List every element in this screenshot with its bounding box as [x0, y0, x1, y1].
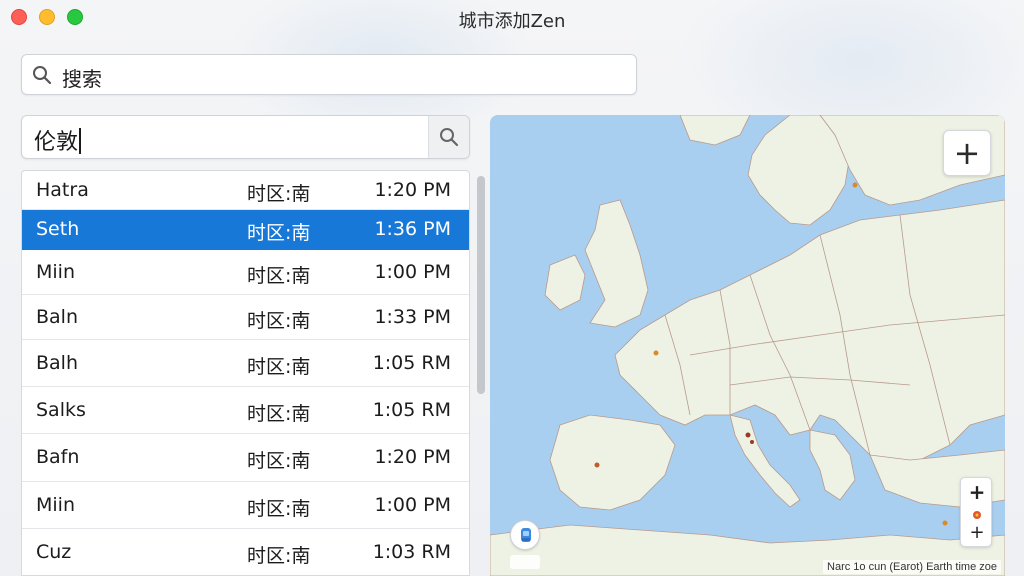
- map-zoom-control: + +: [960, 477, 992, 547]
- map-pin-icon: [973, 511, 981, 519]
- location-indicator-base: [510, 555, 540, 569]
- city-time: 1:00 PM: [374, 494, 451, 516]
- city-name: Bafn: [36, 446, 80, 468]
- city-timezone: 时区:南: [247, 356, 311, 378]
- add-city-button[interactable]: +: [943, 130, 991, 176]
- city-time: 1:05 RM: [372, 399, 451, 421]
- map-attribution: Narc 1o cun (Earot) Earth time zoe: [823, 560, 1001, 574]
- city-row[interactable]: Baln 时区:南 1:33 PM: [22, 295, 469, 340]
- search-field[interactable]: 搜索: [21, 54, 637, 95]
- city-time: 1:00 PM: [374, 261, 451, 283]
- city-time: 1:03 RM: [372, 541, 451, 563]
- city-results-list: Hatra 时区:南 1:20 PM Seth 时区:南 1:36 PM Miin 时区:南 1…: [21, 170, 470, 576]
- search-icon: [440, 128, 459, 147]
- app-window: 城市添加Zen 搜索 伦敦 Hatra 时区:南 1:20 PM Seth 时区:南 1:…: [0, 0, 1024, 576]
- city-time: 1:20 PM: [374, 179, 451, 201]
- city-row[interactable]: Miin 时区:南 1:00 PM: [22, 482, 469, 529]
- city-row[interactable]: Miin 时区:南 1:00 PM: [22, 250, 469, 295]
- list-scrollbar[interactable]: [474, 170, 488, 576]
- city-timezone: 时区:南: [247, 498, 311, 520]
- current-location-button[interactable]: [510, 520, 540, 550]
- city-name: Salks: [36, 399, 86, 421]
- city-name: Seth: [36, 218, 80, 240]
- search-icon: [33, 66, 52, 85]
- city-timezone: 时区:南: [247, 183, 311, 205]
- map-canvas[interactable]: [490, 115, 1005, 576]
- city-row[interactable]: Cuz 时区:南 1:03 RM: [22, 529, 469, 575]
- city-time: 1:20 PM: [374, 446, 451, 468]
- city-timezone: 时区:南: [247, 450, 311, 472]
- city-time: 1:05 RM: [372, 352, 451, 374]
- city-name: Baln: [36, 306, 78, 328]
- city-timezone: 时区:南: [247, 310, 311, 332]
- city-time: 1:33 PM: [374, 306, 451, 328]
- city-name: Cuz: [36, 541, 72, 563]
- zoom-in-button[interactable]: +: [961, 480, 993, 504]
- zoom-out-button[interactable]: +: [961, 522, 993, 543]
- city-timezone: 时区:南: [247, 403, 311, 425]
- title-bar: 城市添加Zen: [0, 0, 1024, 36]
- location-icon: [521, 528, 531, 542]
- city-name: Hatra: [36, 179, 89, 201]
- city-name: Miin: [36, 494, 75, 516]
- city-row[interactable]: Salks 时区:南 1:05 RM: [22, 387, 469, 434]
- city-name: Balh: [36, 352, 78, 374]
- world-map[interactable]: + + + Narc 1o cun (Earot) Earth time zoe: [490, 115, 1005, 576]
- city-row[interactable]: Seth 时区:南 1:36 PM: [22, 210, 469, 250]
- scrollbar-thumb[interactable]: [477, 176, 485, 394]
- city-search-value: 伦敦: [34, 130, 79, 155]
- city-name: Miin: [36, 261, 75, 283]
- city-row[interactable]: Bafn 时区:南 1:20 PM: [22, 434, 469, 482]
- search-placeholder: 搜索: [62, 67, 102, 91]
- city-search-button[interactable]: [428, 116, 469, 158]
- city-time: 1:36 PM: [374, 218, 451, 240]
- city-timezone: 时区:南: [247, 545, 311, 567]
- city-timezone: 时区:南: [247, 222, 311, 244]
- city-row[interactable]: Hatra 时区:南 1:20 PM: [22, 171, 469, 210]
- text-caret: [79, 128, 82, 154]
- city-timezone: 时区:南: [247, 265, 311, 287]
- city-search-input[interactable]: 伦敦: [21, 115, 470, 159]
- window-title: 城市添加Zen: [458, 11, 566, 32]
- city-row[interactable]: Balh 时区:南 1:05 RM: [22, 340, 469, 387]
